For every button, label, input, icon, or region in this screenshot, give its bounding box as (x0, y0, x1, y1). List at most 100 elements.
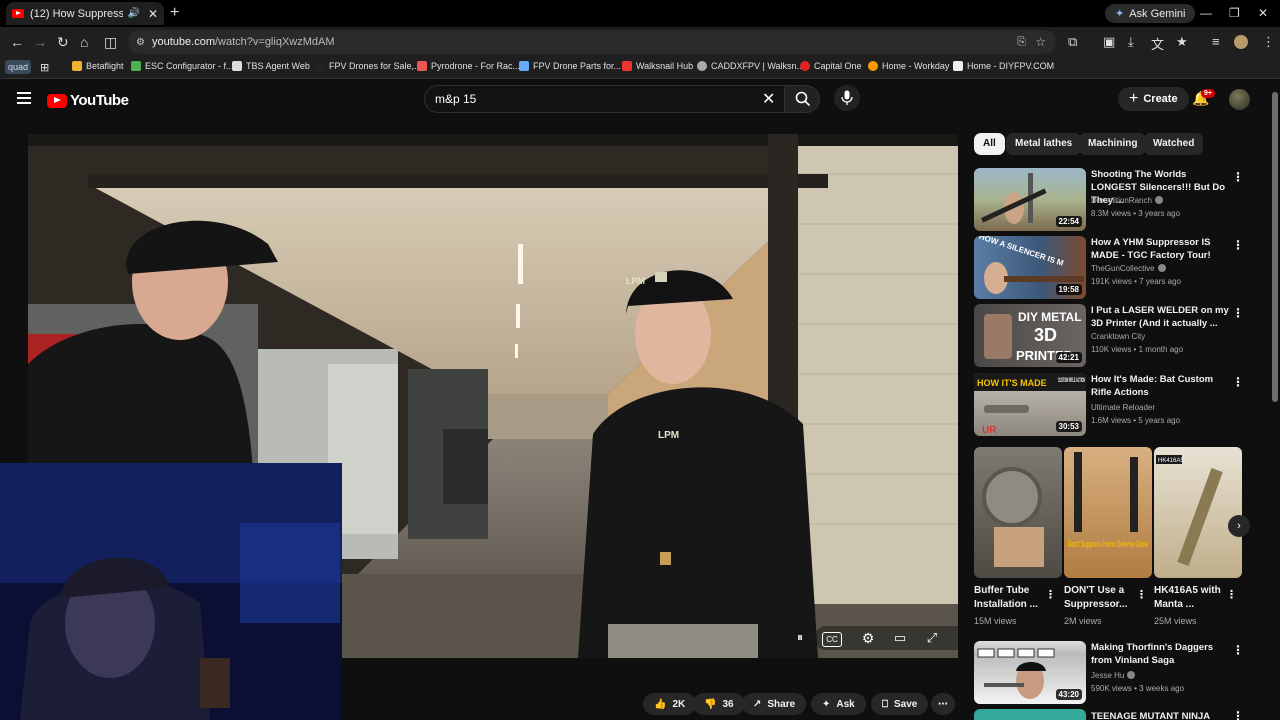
bookmark-item[interactable]: Home - DIYFPV.COM (953, 61, 1054, 71)
recommended-video[interactable]: HOW A SILENCER IS M 19:58 How A YHM Supp… (974, 236, 1246, 300)
short-title[interactable]: DON'T Use a Suppressor... (1064, 584, 1144, 612)
browser-tab[interactable]: (12) How Suppressors are M 🔊 ✕ (6, 2, 164, 25)
recommended-video[interactable]: DIY METAL 3D PRINTED 42:21 I Put a LASER… (974, 304, 1246, 368)
split-view-icon[interactable]: ◫ (104, 34, 117, 51)
more-options-icon[interactable]: ⋮ (1232, 375, 1244, 389)
scrollbar-thumb[interactable] (1272, 92, 1278, 402)
more-options-icon[interactable]: ⋮ (1226, 588, 1237, 601)
fullscreen-icon[interactable]: ⤢ (920, 630, 944, 648)
channel-name[interactable]: TheGunCollective (1091, 264, 1155, 273)
video-thumbnail[interactable] (974, 709, 1086, 720)
create-button[interactable]: + Create (1118, 87, 1189, 111)
bookmark-item[interactable]: Betaflight (72, 61, 124, 71)
clear-search-icon[interactable]: ✕ (762, 89, 775, 109)
short-title[interactable]: HK416A5 with Manta ... (1154, 584, 1234, 612)
account-avatar[interactable] (1229, 89, 1250, 110)
apps-grid-icon[interactable]: ⊞ (40, 61, 49, 74)
more-options-icon[interactable]: ⋮ (1232, 170, 1244, 184)
ask-gemini-button[interactable]: ✦ Ask Gemini (1105, 4, 1196, 23)
video-thumbnail[interactable]: 22:54 (974, 168, 1086, 231)
more-options-icon[interactable]: ⋮ (1232, 306, 1244, 320)
recommended-video[interactable]: TEENAGE MUTANT NINJA ⋮ (974, 709, 1246, 720)
more-options-icon[interactable]: ⋮ (1232, 643, 1244, 657)
captions-icon[interactable]: CC (822, 632, 842, 647)
search-button[interactable] (784, 85, 820, 113)
video-title[interactable]: TEENAGE MUTANT NINJA (1091, 710, 1231, 720)
channel-name[interactable]: DemolitionRanch (1091, 196, 1152, 205)
settings-gear-icon[interactable]: ⚙ (856, 630, 880, 648)
close-tab-icon[interactable]: ✕ (148, 7, 158, 21)
save-button[interactable]: ⎕ Save (871, 693, 929, 715)
audio-icon[interactable]: 🔊 (127, 8, 139, 19)
address-bar[interactable]: ⚙ youtube.com/watch?v=gliqXwzMdAM ⎘ ☆ (128, 30, 1056, 54)
bookmark-item[interactable]: Home - Workday (868, 61, 949, 71)
bookmark-item[interactable]: CADDXFPV | Walksn... (697, 61, 804, 71)
install-icon[interactable]: ⎘ (1017, 36, 1026, 49)
more-options-icon[interactable]: ⋮ (1232, 238, 1244, 252)
chip-watched[interactable]: Watched (1144, 133, 1204, 155)
bookmarks-icon[interactable]: ★ (1176, 34, 1188, 50)
more-options-icon[interactable]: ⋮ (1136, 588, 1147, 601)
like-button[interactable]: 👍 2K (643, 693, 697, 715)
bookmark-item[interactable]: FPV Drones for Sale,... (315, 61, 422, 71)
channel-name[interactable]: Jesse Hu (1091, 671, 1124, 680)
video-thumbnail[interactable]: HOW A SILENCER IS M 19:58 (974, 236, 1086, 299)
theater-mode-icon[interactable]: ▭ (888, 630, 912, 648)
menu-icon[interactable] (17, 92, 31, 104)
close-window-icon[interactable]: ✕ (1258, 6, 1268, 20)
chip-machining[interactable]: Machining (1079, 133, 1147, 155)
tab-search-icon[interactable]: ▣ (1103, 34, 1115, 50)
reading-list-icon[interactable]: ≡ (1212, 34, 1220, 49)
autoplay-toggle-icon[interactable]: ⏸ (788, 630, 812, 648)
extensions-icon[interactable]: ⧉ (1068, 34, 1077, 50)
video-title[interactable]: Making Thorfinn's Daggers from Vinland S… (1091, 641, 1231, 667)
chip-all[interactable]: All (974, 133, 1005, 155)
browser-menu-icon[interactable]: ⋮ (1262, 34, 1275, 50)
channel-name[interactable]: Ultimate Reloader (1091, 403, 1155, 412)
voice-search-button[interactable] (834, 85, 860, 111)
ask-button[interactable]: ✦ Ask (811, 693, 866, 715)
video-thumbnail[interactable]: HOW IT'S MADE CUSTOM RIFLE ACTION UR 30:… (974, 373, 1086, 436)
bookmark-item[interactable]: TBS Agent Web (232, 61, 310, 71)
more-actions-button[interactable]: ⋯ (931, 693, 955, 715)
forward-icon[interactable]: → (33, 34, 47, 50)
bookmark-star-icon[interactable]: ☆ (1035, 35, 1046, 49)
back-icon[interactable]: ← (10, 34, 24, 50)
more-options-icon[interactable]: ⋮ (1232, 709, 1244, 720)
shorts-next-button[interactable]: › (1228, 515, 1250, 537)
recommended-video[interactable]: 22:54 Shooting The Worlds LONGEST Silenc… (974, 168, 1246, 232)
new-tab-button[interactable]: + (170, 4, 179, 22)
dislike-button[interactable]: 👎 36 (693, 693, 745, 715)
video-title[interactable]: I Put a LASER WELDER on my 3D Printer (A… (1091, 304, 1231, 330)
page-scrollbar[interactable] (1270, 80, 1280, 720)
maximize-icon[interactable]: ❐ (1229, 6, 1240, 20)
short-thumbnail[interactable]: Don't Suppress Home Defense Guns (1064, 447, 1152, 578)
bookmark-item[interactable]: Walksnail Hub (622, 61, 693, 71)
video-title[interactable]: How A YHM Suppressor IS MADE - TGC Facto… (1091, 236, 1231, 262)
video-thumbnail[interactable]: DIY METAL 3D PRINTED 42:21 (974, 304, 1086, 367)
bookmark-item[interactable]: ESC Configurator - f... (131, 61, 234, 71)
profile-avatar[interactable] (1234, 35, 1248, 49)
share-button[interactable]: ↗ Share (742, 693, 807, 715)
recommended-video[interactable]: HOW IT'S MADE CUSTOM RIFLE ACTION UR 30:… (974, 373, 1246, 437)
site-info-icon[interactable]: ⚙ (136, 37, 145, 48)
translate-icon[interactable]: 文 (1151, 34, 1164, 53)
download-icon[interactable]: ⤓ (1128, 34, 1134, 50)
short-title[interactable]: Buffer Tube Installation ... (974, 584, 1054, 612)
search-input[interactable]: m&p 15 (424, 85, 784, 113)
recommended-video[interactable]: 43:20 Making Thorfinn's Daggers from Vin… (974, 641, 1246, 705)
home-icon[interactable]: ⌂ (80, 34, 88, 50)
youtube-logo[interactable]: YouTube (47, 92, 129, 109)
bookmark-item[interactable]: Pyrodrone - For Rac... (417, 61, 520, 71)
channel-name[interactable]: Cranktown City (1091, 332, 1145, 341)
reload-icon[interactable]: ↻ (57, 34, 69, 51)
bookmark-folder-quad[interactable]: quad (5, 60, 32, 74)
more-options-icon[interactable]: ⋮ (1045, 588, 1056, 601)
chip-metal-lathes[interactable]: Metal lathes (1006, 133, 1082, 155)
bookmark-item[interactable]: Capital One (800, 61, 862, 71)
minimize-icon[interactable]: — (1200, 6, 1212, 20)
video-thumbnail[interactable]: 43:20 (974, 641, 1086, 704)
short-thumbnail[interactable]: HK416A5 (1154, 447, 1242, 578)
short-thumbnail[interactable] (974, 447, 1062, 578)
bookmark-item[interactable]: FPV Drone Parts for... (519, 61, 621, 71)
